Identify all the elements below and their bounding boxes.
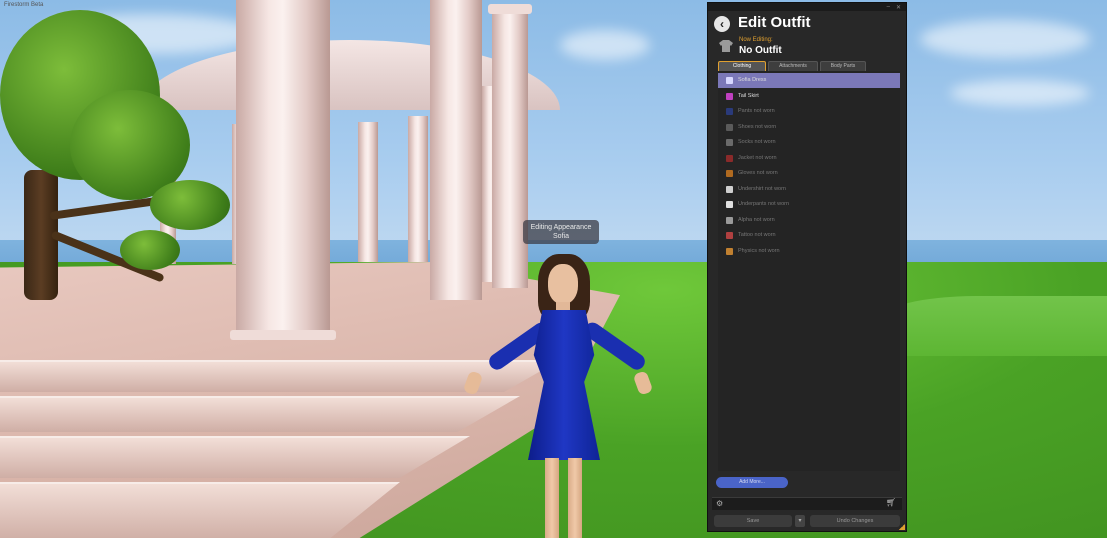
tab-attachments[interactable]: Attachments [768, 61, 818, 71]
cloud [950, 80, 1090, 106]
outfit-shirt-icon [719, 40, 733, 52]
outfit-item-row[interactable]: Gloves not worn [718, 166, 900, 181]
back-button[interactable]: ‹ [714, 16, 730, 32]
outfit-item-row[interactable]: Undershirt not worn [718, 182, 900, 197]
tree-foliage [120, 230, 180, 270]
resize-handle-icon[interactable] [899, 524, 905, 530]
shoe-icon [726, 123, 733, 131]
window-caption: Firestorm Beta [4, 2, 44, 8]
outfit-item-row[interactable]: Sofia Dress [718, 73, 900, 88]
avatar-name-tag: Editing Appearance Sofia [523, 220, 599, 244]
close-icon[interactable]: ✕ [896, 4, 901, 11]
outfit-item-label: Alpha not worn [738, 216, 775, 223]
outfit-item-row[interactable]: Jacket not worn [718, 151, 900, 166]
outfit-item-row[interactable]: Tail Skirt [718, 89, 900, 104]
skirt-icon [726, 92, 733, 100]
outfit-item-row[interactable]: Shoes not worn [718, 120, 900, 135]
underpants-icon [726, 201, 733, 208]
outfit-item-label: Socks not worn [738, 139, 776, 145]
save-button[interactable]: Save [714, 515, 792, 527]
glove-icon [726, 170, 733, 177]
back-arrow-icon: ‹ [720, 17, 724, 31]
undo-changes-button[interactable]: Undo Changes [810, 515, 900, 527]
tree-foliage [150, 180, 230, 230]
outfit-item-label: Tattoo not worn [738, 232, 776, 238]
outfit-item-row[interactable]: Underpants not worn [718, 197, 900, 212]
pants-icon [726, 108, 733, 115]
outfit-item-label: Jacket not worn [738, 154, 777, 161]
sock-icon [726, 139, 733, 146]
tab-clothing[interactable]: Clothing [718, 61, 766, 71]
column [430, 0, 482, 300]
outfit-name: No Outfit [739, 45, 782, 56]
alpha-icon [726, 216, 733, 224]
step [0, 396, 520, 432]
tab-body-parts[interactable]: Body Parts [820, 61, 866, 71]
column [236, 0, 330, 338]
outfit-item-label: Pants not worn [738, 108, 775, 114]
outfit-item-row[interactable]: Alpha not worn [718, 213, 900, 228]
cloud [920, 20, 1090, 58]
undershirt-icon [726, 185, 733, 193]
outfit-item-label: Underpants not worn [738, 201, 790, 207]
tattoo-icon [726, 232, 733, 239]
chevron-down-icon: ▾ [798, 518, 802, 524]
outfit-item-row[interactable]: Tattoo not worn [718, 228, 900, 243]
gear-icon[interactable]: ⚙ [716, 499, 723, 508]
outfit-item-list[interactable]: Sofia Dress Tail Skirt Pants not worn Shoes… [718, 71, 900, 471]
column [492, 8, 528, 288]
column-capital [488, 4, 532, 14]
jacket-icon [726, 154, 733, 162]
avatar-face [548, 264, 578, 304]
column-base [230, 330, 336, 340]
outfit-item-row[interactable]: Pants not worn [718, 104, 900, 119]
shopping-cart-icon[interactable]: 🛒︎ [886, 498, 896, 507]
3d-world-view[interactable]: Firestorm Beta Editing Appearance Sofia [0, 0, 1107, 538]
edit-outfit-panel[interactable]: – ✕ ‹ Edit Outfit Now Editing: No Outfit… [707, 2, 907, 532]
outfit-item-label: Tail Skirt [738, 92, 759, 99]
avatar-left-leg [545, 458, 559, 538]
physics-icon [726, 247, 733, 255]
outfit-item-label: Physics not worn [738, 247, 780, 254]
minimize-icon[interactable]: – [887, 4, 890, 10]
cloud [560, 30, 650, 60]
now-editing-label: Now Editing: [739, 37, 773, 43]
save-options-button[interactable]: ▾ [795, 515, 805, 527]
avatar-right-leg [568, 458, 582, 538]
column [408, 116, 428, 262]
outfit-item-row[interactable]: Socks not worn [718, 135, 900, 150]
outfit-item-label: Gloves not worn [738, 170, 778, 176]
outfit-item-row[interactable]: Physics not worn [718, 244, 900, 259]
outfit-item-label: Sofia Dress [738, 77, 767, 83]
step [0, 436, 470, 478]
outfit-item-label: Shoes not worn [738, 123, 777, 130]
panel-titlebar[interactable]: – ✕ [708, 3, 906, 11]
name-tag-text: Editing Appearance Sofia [530, 224, 592, 240]
shirt-icon [726, 77, 733, 84]
column [358, 122, 378, 262]
panel-title: Edit Outfit [738, 14, 811, 31]
outfit-item-label: Undershirt not worn [738, 185, 786, 192]
outfit-filter-bar[interactable]: ⚙ 🛒︎ [712, 497, 902, 510]
add-more-button[interactable]: Add More... [716, 477, 788, 488]
grass-hill [880, 296, 1107, 356]
step [0, 482, 400, 538]
